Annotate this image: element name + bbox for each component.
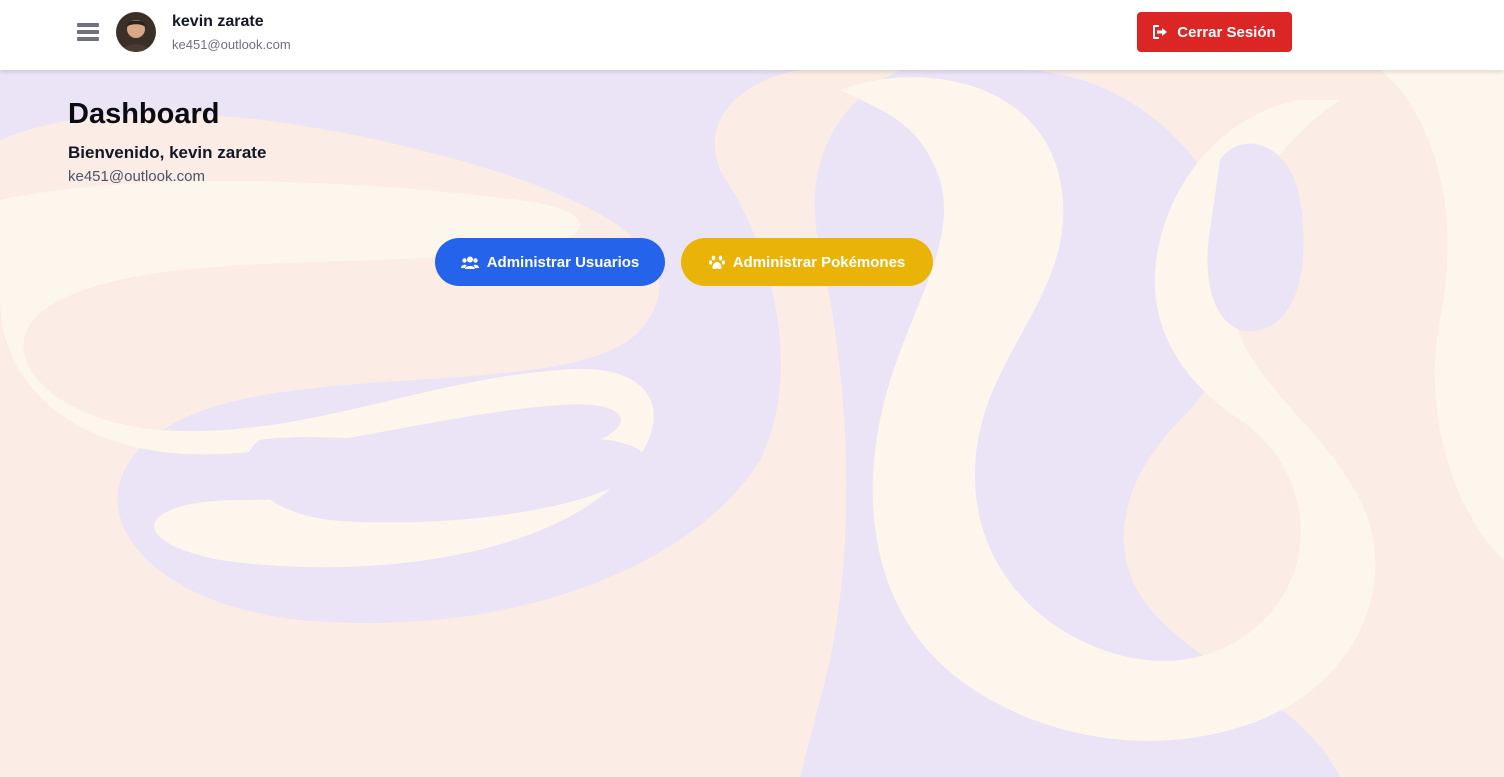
user-name: kevin zarate [172, 13, 264, 30]
manage-pokemon-label: Administrar Pokémones [732, 253, 906, 271]
welcome-email: ke451@outlook.com [68, 168, 205, 185]
logout-button[interactable]: Cerrar Sesión [1137, 12, 1292, 52]
hamburger-icon-bar [77, 37, 99, 41]
user-email: ke451@outlook.com [172, 37, 291, 52]
welcome-message: Bienvenido, kevin zarate [68, 143, 267, 162]
sign-out-icon [1153, 25, 1169, 39]
manage-pokemon-button[interactable]: Administrar Pokémones [681, 238, 933, 286]
users-icon [460, 256, 479, 269]
avatar-image [116, 12, 156, 52]
top-navbar: kevin zarate ke451@outlook.com Cerrar Se… [0, 0, 1504, 70]
hamburger-icon-bar [77, 23, 99, 27]
paw-icon [708, 255, 725, 270]
hamburger-icon-bar [77, 30, 99, 34]
avatar[interactable] [116, 12, 156, 52]
hamburger-menu-button[interactable] [76, 20, 100, 44]
dashboard-content: Dashboard Bienvenido, kevin zarate ke451… [68, 96, 266, 187]
manage-users-button[interactable]: Administrar Usuarios [435, 238, 665, 286]
page-title: Dashboard [68, 98, 220, 130]
logout-label: Cerrar Sesión [1177, 23, 1276, 41]
manage-users-label: Administrar Usuarios [486, 253, 640, 271]
